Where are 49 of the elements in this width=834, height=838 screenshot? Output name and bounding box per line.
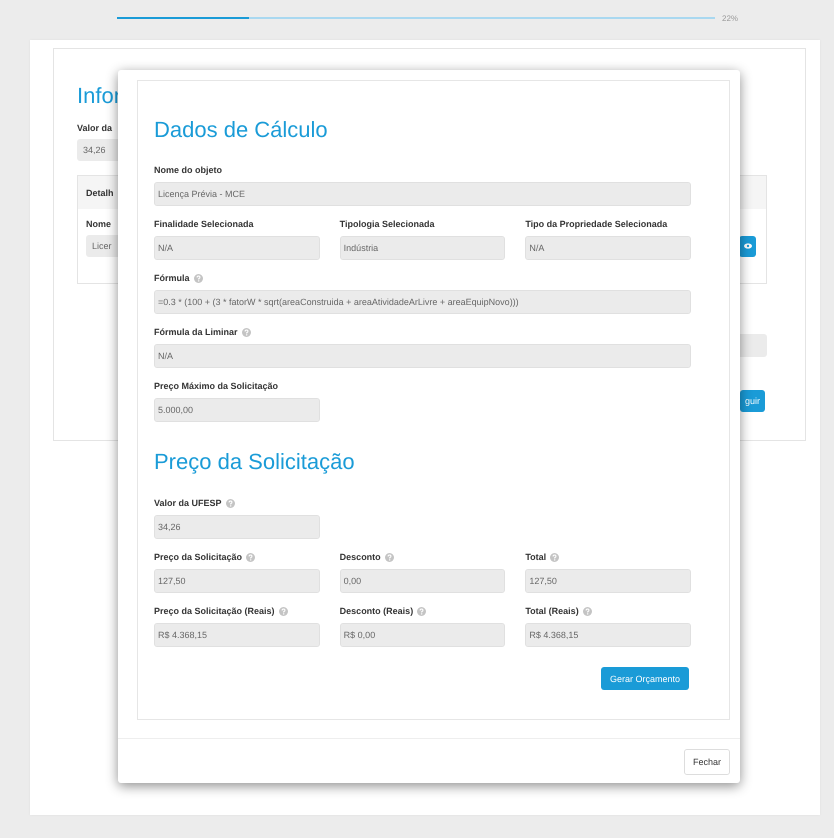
progress-reading: 22%: [722, 14, 738, 22]
input-field[interactable]: 127,50: [154, 569, 320, 593]
field-label: Tipo da Propriedade Selecionada: [525, 219, 668, 229]
panel-title: Detalh: [86, 188, 114, 198]
field-label: Fórmula da Liminar: [154, 327, 238, 337]
section-title: Dados de Cálculo: [154, 117, 329, 143]
help-icon[interactable]: [417, 606, 426, 616]
input-field[interactable]: Licença Prévia - MCE: [154, 182, 691, 206]
field-label: Nome: [86, 219, 112, 229]
input-field[interactable]: N/A: [525, 236, 692, 260]
field-label: Nome do objeto: [154, 165, 222, 175]
view-button[interactable]: [739, 236, 756, 256]
input-field[interactable]: Indústria: [340, 236, 506, 260]
next-button[interactable]: guir: [740, 390, 765, 412]
input-field[interactable]: N/A: [154, 236, 320, 260]
field-label: Total (Reais): [525, 606, 579, 616]
input-field[interactable]: 34,26: [154, 515, 320, 539]
field-label: Preço Máximo da Solicitação: [154, 381, 278, 391]
input-field[interactable]: R$ 0,00: [340, 623, 506, 647]
field-label: Total: [525, 552, 546, 562]
field-label: Finalidade Selecionada: [154, 219, 254, 229]
field-label: Valor da: [77, 123, 112, 133]
help-icon[interactable]: [226, 498, 235, 508]
help-icon[interactable]: [550, 552, 560, 562]
field-label: Valor da UFESP: [154, 498, 222, 508]
input-field[interactable]: 127,50: [525, 569, 692, 593]
eye-icon: [744, 243, 752, 249]
help-icon[interactable]: [582, 606, 592, 616]
help-icon[interactable]: [384, 552, 394, 562]
help-icon[interactable]: [246, 552, 256, 562]
field-label: Preço da Solicitação (Reais): [154, 606, 275, 616]
field-label: Preço da Solicitação: [154, 552, 242, 562]
generate-quote-button[interactable]: Gerar Orçamento: [600, 667, 689, 690]
input-field[interactable]: 0,00: [340, 569, 506, 593]
section-title: Preço da Solicitação: [154, 449, 356, 475]
input-field[interactable]: N/A: [154, 344, 691, 368]
help-icon[interactable]: [194, 274, 203, 282]
input-field[interactable]: =0.3 * (100 + (3 * fatorW * sqrt(areaConstruida + areaAtividadeArLivre + areaEquipNovo))): [154, 290, 691, 314]
input-field[interactable]: 5.000,00: [154, 398, 320, 422]
help-icon[interactable]: [242, 328, 251, 336]
field-label: Desconto (Reais): [340, 606, 414, 616]
section-title: Infor: [77, 83, 122, 109]
field-label: Desconto: [340, 552, 381, 562]
field-label: Fórmula: [154, 273, 190, 283]
close-button[interactable]: Fechar: [684, 749, 730, 775]
input-field[interactable]: R$ 4.368,15: [154, 623, 320, 647]
field-label: Tipologia Selecionada: [340, 219, 435, 229]
help-icon[interactable]: [278, 606, 288, 616]
input-field[interactable]: R$ 4.368,15: [525, 623, 692, 647]
